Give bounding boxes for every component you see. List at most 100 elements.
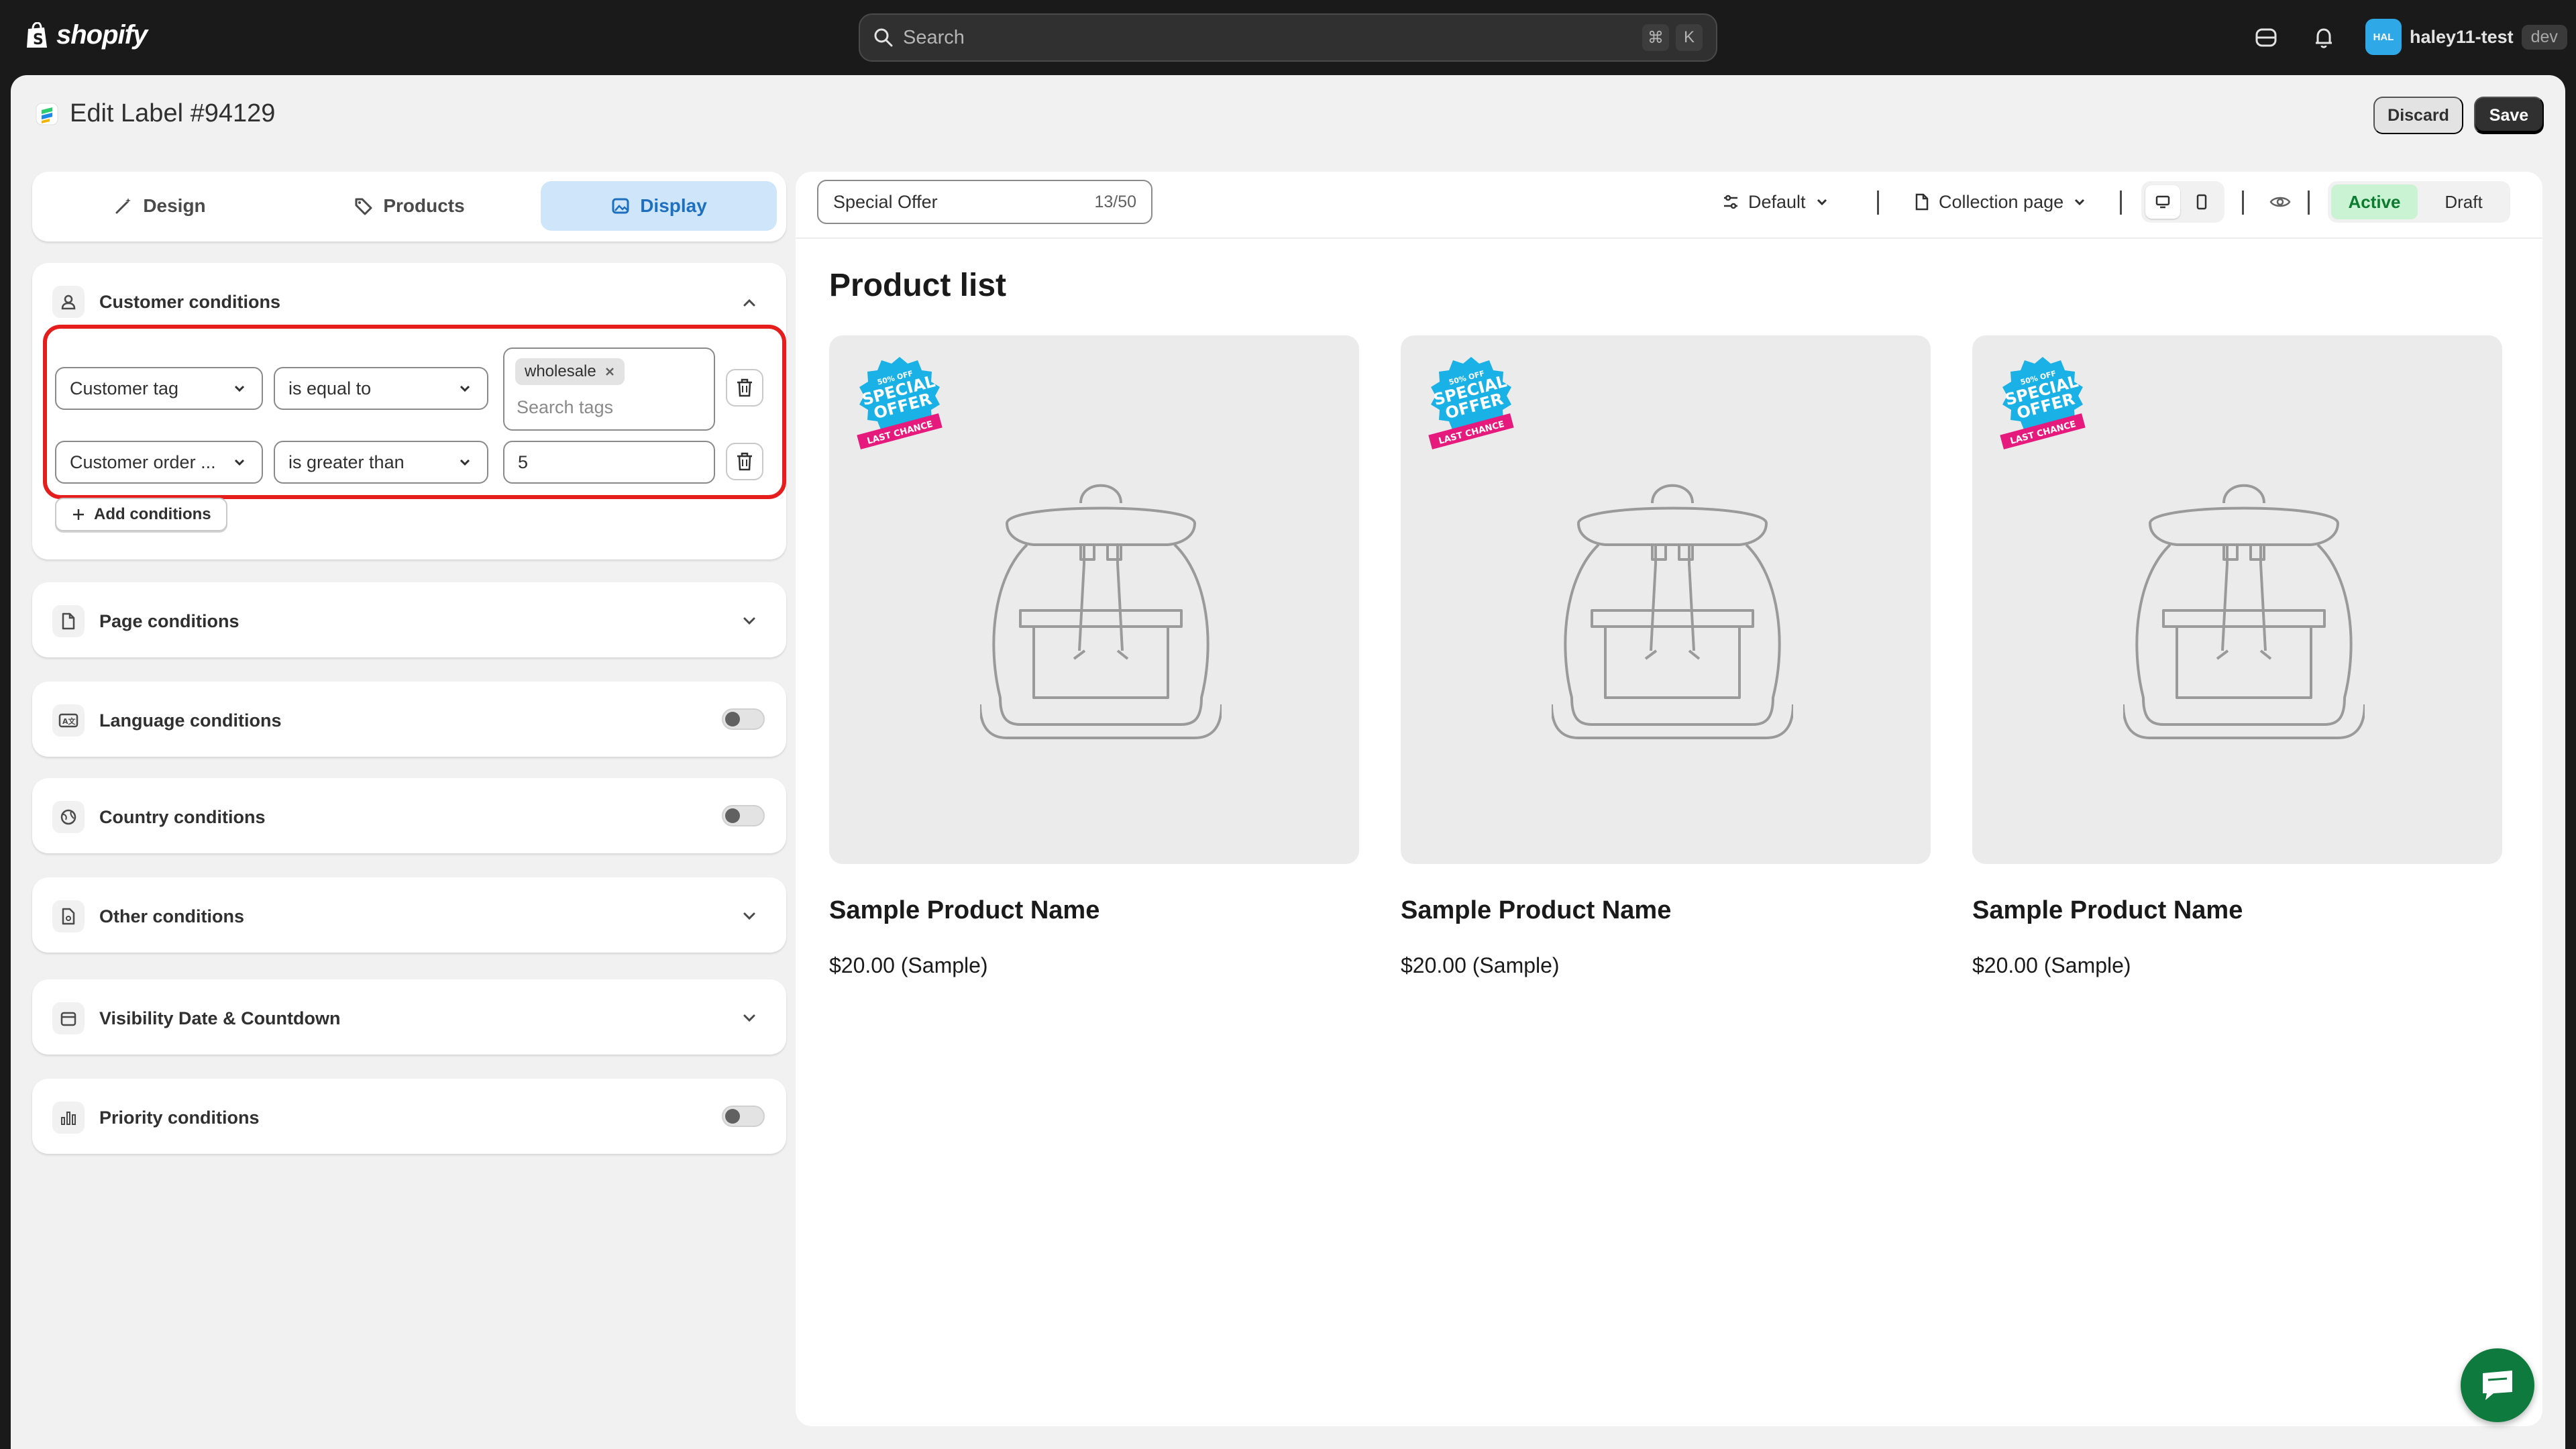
chevron-down-icon[interactable] bbox=[739, 1008, 759, 1028]
search-placeholder: Search bbox=[903, 26, 965, 48]
page-conditions-header: Page conditions bbox=[52, 605, 239, 637]
product-price: $20.00 (Sample) bbox=[1401, 953, 1560, 977]
calendar-icon bbox=[52, 1002, 85, 1034]
tab-design[interactable]: Design bbox=[42, 181, 278, 231]
special-offer-badge: 50% OFF SPECIAL OFFER LAST CHANCE bbox=[2000, 357, 2086, 449]
divider bbox=[2242, 191, 2244, 215]
tab-products[interactable]: Products bbox=[291, 181, 527, 231]
sliders-icon bbox=[1724, 195, 1737, 209]
page-title: Edit Label #94129 bbox=[70, 99, 276, 127]
language-conditions-title: Language conditions bbox=[99, 710, 282, 731]
bell-icon[interactable] bbox=[2310, 24, 2337, 51]
template-select[interactable]: Default bbox=[1721, 185, 1830, 219]
status-active-button[interactable]: Active bbox=[2331, 184, 2418, 219]
chevron-down-icon[interactable] bbox=[739, 906, 759, 926]
product-card[interactable]: 50% OFF SPECIAL OFFER LAST CHANCE Sample… bbox=[1401, 335, 1931, 978]
country-conditions-title: Country conditions bbox=[99, 806, 266, 827]
product-image: 50% OFF SPECIAL OFFER LAST CHANCE bbox=[1401, 335, 1931, 864]
label-name-value: Special Offer bbox=[833, 191, 938, 212]
app-logo-icon bbox=[36, 103, 58, 125]
save-button[interactable]: Save bbox=[2474, 97, 2544, 134]
tag-icon bbox=[355, 198, 372, 215]
char-counter: 13/50 bbox=[1094, 192, 1136, 211]
special-offer-badge: 50% OFF SPECIAL OFFER LAST CHANCE bbox=[857, 357, 943, 449]
language-conditions-toggle[interactable] bbox=[722, 708, 765, 730]
language-conditions-header: A文 Language conditions bbox=[52, 704, 282, 737]
page-conditions-card[interactable]: Page conditions bbox=[32, 582, 786, 657]
product-image: 50% OFF SPECIAL OFFER LAST CHANCE bbox=[829, 335, 1359, 864]
condition-value: 5 bbox=[518, 451, 529, 472]
preview-toolbar: Special Offer 13/50 Default Collection p… bbox=[796, 172, 2542, 239]
other-conditions-header: Other conditions bbox=[52, 900, 244, 932]
language-conditions-card: A文 Language conditions bbox=[32, 682, 786, 757]
tab-products-label: Products bbox=[383, 195, 465, 216]
condition-value-input[interactable]: 5 bbox=[503, 441, 715, 484]
global-search[interactable]: Search ⌘ K bbox=[859, 13, 1717, 62]
shopify-logo[interactable]: S shopify bbox=[25, 20, 148, 50]
mobile-view-button[interactable] bbox=[2184, 185, 2219, 219]
country-conditions-toggle[interactable] bbox=[722, 805, 765, 826]
status-draft-button[interactable]: Draft bbox=[2420, 184, 2507, 219]
tab-display[interactable]: Display bbox=[541, 181, 777, 231]
chevron-down-icon bbox=[1817, 199, 1827, 206]
condition-operator-value: is greater than bbox=[288, 451, 405, 472]
status-toggle: Active Draft bbox=[2328, 181, 2510, 223]
desktop-view-button[interactable] bbox=[2145, 185, 2180, 219]
svg-text:S: S bbox=[33, 32, 44, 48]
product-card[interactable]: 50% OFF SPECIAL OFFER LAST CHANCE Sample… bbox=[829, 335, 1359, 978]
shortcut-k-key: K bbox=[1676, 24, 1703, 51]
tag-input[interactable]: wholesale Search tags bbox=[503, 347, 715, 431]
chevron-down-icon bbox=[2075, 199, 2085, 206]
visibility-header: Visibility Date & Countdown bbox=[52, 1002, 341, 1034]
bar-chart-icon bbox=[52, 1102, 85, 1134]
svg-text:A文: A文 bbox=[62, 716, 76, 726]
page-type-value: Collection page bbox=[1939, 191, 2064, 212]
condition-operator-select-2[interactable]: is greater than bbox=[274, 441, 488, 484]
page-conditions-title: Page conditions bbox=[99, 610, 239, 631]
other-conditions-card[interactable]: Other conditions bbox=[32, 877, 786, 953]
discard-button[interactable]: Discard bbox=[2373, 97, 2463, 134]
document-icon bbox=[52, 900, 85, 932]
app-window: Edit Label #94129 Discard Save Design Pr… bbox=[11, 75, 2565, 1449]
preview-eye-button[interactable] bbox=[2269, 185, 2292, 219]
delete-condition-button-1[interactable] bbox=[726, 369, 763, 407]
avatar: HAL bbox=[2365, 19, 2402, 55]
chevron-up-icon[interactable] bbox=[739, 292, 759, 313]
search-icon bbox=[874, 28, 893, 47]
chat-icon bbox=[2483, 1371, 2512, 1400]
page-type-select[interactable]: Collection page bbox=[1913, 185, 2088, 219]
wand-icon bbox=[115, 198, 131, 214]
divider bbox=[2120, 191, 2122, 215]
sidekick-icon[interactable] bbox=[2253, 24, 2279, 51]
delete-condition-button-2[interactable] bbox=[726, 443, 763, 480]
priority-conditions-toggle[interactable] bbox=[722, 1106, 765, 1127]
product-name: Sample Product Name bbox=[1401, 896, 1672, 924]
user-name: haley11-test bbox=[2410, 26, 2514, 47]
backpack-placeholder-icon bbox=[2123, 484, 2365, 739]
plus-icon bbox=[73, 509, 84, 520]
condition-field-select-1[interactable]: Customer tag bbox=[55, 367, 263, 410]
condition-operator-value: is equal to bbox=[288, 378, 372, 398]
condition-field-value: Customer tag bbox=[70, 378, 179, 398]
condition-operator-select-1[interactable]: is equal to bbox=[274, 367, 488, 410]
close-icon[interactable] bbox=[604, 366, 615, 377]
visibility-card[interactable]: Visibility Date & Countdown bbox=[32, 979, 786, 1055]
user-menu[interactable]: HAL haley11-test dev bbox=[2365, 19, 2567, 55]
chat-button[interactable] bbox=[2461, 1348, 2534, 1422]
add-conditions-button[interactable]: Add conditions bbox=[55, 498, 227, 531]
label-name-input[interactable]: Special Offer 13/50 bbox=[817, 180, 1152, 224]
tag-chip: wholesale bbox=[515, 358, 625, 385]
visibility-title: Visibility Date & Countdown bbox=[99, 1008, 341, 1028]
product-list-title: Product list bbox=[829, 268, 1007, 303]
shortcut-cmd-key: ⌘ bbox=[1642, 24, 1669, 51]
backpack-placeholder-icon bbox=[980, 484, 1222, 739]
condition-field-select-2[interactable]: Customer order ... bbox=[55, 441, 263, 484]
trash-icon bbox=[737, 378, 752, 397]
country-conditions-header: Country conditions bbox=[52, 801, 265, 833]
product-card[interactable]: 50% OFF SPECIAL OFFER LAST CHANCE Sample… bbox=[1972, 335, 2502, 978]
chevron-down-icon[interactable] bbox=[739, 610, 759, 631]
store-badge: dev bbox=[2521, 24, 2567, 50]
customer-conditions-header[interactable]: Customer conditions bbox=[52, 286, 280, 318]
add-conditions-label: Add conditions bbox=[94, 505, 211, 523]
priority-conditions-header: Priority conditions bbox=[52, 1102, 260, 1134]
